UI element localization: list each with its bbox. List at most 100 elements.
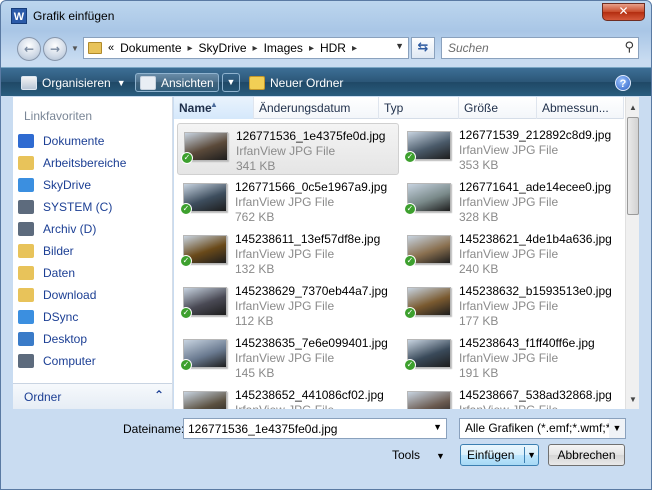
file-item[interactable]: ✓ 145238635_7e6e099401.jpg IrfanView JPG F… xyxy=(177,331,399,383)
scrollbar-thumb[interactable] xyxy=(627,117,639,215)
breadcrumb-images[interactable]: Images xyxy=(264,41,303,55)
sidebar-item[interactable]: Bilder xyxy=(18,240,168,262)
file-type: IrfanView JPG File xyxy=(459,299,559,313)
drive-icon xyxy=(18,200,34,214)
image-thumbnail xyxy=(407,391,451,409)
file-list: ▲ Name Änderungsdatum Typ Größe Abmessun… xyxy=(174,97,639,409)
image-thumbnail xyxy=(183,391,227,409)
window-title: Grafik einfügen xyxy=(33,9,115,23)
folder-icon xyxy=(18,288,34,302)
column-header-date[interactable]: Änderungsdatum xyxy=(254,97,379,119)
breadcrumb-separator-icon[interactable]: ▸ xyxy=(188,43,193,54)
insert-label: Einfügen xyxy=(467,448,515,462)
file-item[interactable]: ✓ 145238632_b1593513e0.jpg IrfanView JPG F… xyxy=(401,279,623,331)
new-folder-button[interactable]: Neuer Ordner xyxy=(249,73,343,92)
insert-button[interactable]: Einfügen ▼ xyxy=(460,444,539,466)
sidebar-item[interactable]: Daten xyxy=(18,262,168,284)
sidebar-item-label: Desktop xyxy=(43,332,88,346)
file-type-filter[interactable]: Alle Grafiken (*.emf;*.wmf;*.jpg ▼ xyxy=(459,418,626,439)
synced-check-icon: ✓ xyxy=(180,203,192,215)
forward-button[interactable]: → xyxy=(43,37,67,61)
views-icon xyxy=(140,75,156,90)
file-type: IrfanView JPG File xyxy=(236,144,336,158)
column-header-size[interactable]: Größe xyxy=(459,97,537,119)
file-name: 126771539_212892c8d9.jpg xyxy=(459,128,612,142)
file-name: 145238632_b1593513e0.jpg xyxy=(459,284,612,298)
views-dropdown-icon[interactable]: ▼ xyxy=(222,73,240,92)
views-button[interactable]: Ansichten xyxy=(135,73,219,92)
sidebar-item[interactable]: Download xyxy=(18,284,168,306)
breadcrumb-separator-icon[interactable]: ▸ xyxy=(352,43,357,54)
file-type-filter-value: Alle Grafiken (*.emf;*.wmf;*.jpg xyxy=(465,421,626,435)
file-type: IrfanView JPG File xyxy=(459,351,559,365)
synced-check-icon: ✓ xyxy=(404,307,416,319)
breadcrumb-skydrive[interactable]: SkyDrive xyxy=(199,41,247,55)
organize-button[interactable]: Organisieren ▼ xyxy=(21,73,126,92)
file-item[interactable]: ✓ 126771566_0c5e1967a9.jpg IrfanView JPG F… xyxy=(177,175,399,227)
file-item[interactable]: ✓ 145238629_7370eb44a7.jpg IrfanView JPG F… xyxy=(177,279,399,331)
synced-check-icon: ✓ xyxy=(180,255,192,267)
breadcrumb-separator-icon[interactable]: ▸ xyxy=(253,43,258,54)
search-box[interactable]: ⚲ xyxy=(441,37,639,59)
insert-options-dropdown-icon[interactable]: ▼ xyxy=(527,445,536,465)
insert-picture-dialog: W Grafik einfügen ✕ ← → ▼ « Dokumente ▸ … xyxy=(0,0,652,490)
file-item[interactable]: ✓ 145238621_4de1b4a636.jpg IrfanView JPG F… xyxy=(401,227,623,279)
file-item[interactable]: ✓ 145238643_f1ff40ff6e.jpg IrfanView JPG F… xyxy=(401,331,623,383)
sidebar-item[interactable]: Arbeitsbereiche xyxy=(18,152,168,174)
sidebar-item-label: Computer xyxy=(43,354,96,368)
column-header-dimensions[interactable]: Abmessun... xyxy=(537,97,624,119)
vertical-scrollbar[interactable]: ▲ ▼ xyxy=(625,97,639,409)
column-header-type[interactable]: Typ xyxy=(379,97,459,119)
filter-dropdown-icon[interactable]: ▼ xyxy=(609,419,625,438)
refresh-button[interactable]: ⇆ xyxy=(411,37,435,59)
file-type: IrfanView JPG File xyxy=(235,351,335,365)
back-button[interactable]: ← xyxy=(17,37,41,61)
address-dropdown-icon[interactable]: ▼ xyxy=(395,41,404,51)
column-header-name[interactable]: ▲ Name xyxy=(174,97,254,119)
file-size: 177 KB xyxy=(459,314,499,328)
file-size: 191 KB xyxy=(459,366,499,380)
file-type: IrfanView JPG File xyxy=(235,195,335,209)
folders-toggle[interactable]: Ordner ⌃ xyxy=(13,383,172,409)
file-item[interactable]: ✓ 126771539_212892c8d9.jpg IrfanView JPG F… xyxy=(401,123,623,175)
search-input[interactable] xyxy=(442,38,612,58)
synced-check-icon: ✓ xyxy=(180,307,192,319)
sidebar-item[interactable]: Desktop xyxy=(18,328,168,350)
filename-combobox[interactable]: ▼ xyxy=(183,418,447,439)
sidebar-item[interactable]: Dokumente xyxy=(18,130,168,152)
command-toolbar: Organisieren ▼ Ansichten ▼ Neuer Ordner … xyxy=(1,67,651,96)
file-size: 145 KB xyxy=(235,366,275,380)
file-item[interactable]: ✓145238652_441086cf02.jpgIrfanView JPG F… xyxy=(177,383,399,409)
scroll-down-icon[interactable]: ▼ xyxy=(627,393,639,407)
breadcrumb-overflow[interactable]: « xyxy=(108,42,114,54)
folder-icon xyxy=(18,156,34,170)
synced-check-icon: ✓ xyxy=(404,359,416,371)
chevron-down-icon: ▼ xyxy=(436,451,445,461)
file-size: 112 KB xyxy=(235,314,274,328)
breadcrumb-dokumente[interactable]: Dokumente xyxy=(120,41,181,55)
address-bar[interactable]: « Dokumente ▸ SkyDrive ▸ Images ▸ HDR ▸ … xyxy=(83,37,409,59)
breadcrumb-separator-icon[interactable]: ▸ xyxy=(309,43,314,54)
help-icon[interactable]: ? xyxy=(615,75,631,91)
sidebar-item[interactable]: SYSTEM (C) xyxy=(18,196,168,218)
scroll-up-icon[interactable]: ▲ xyxy=(627,101,639,115)
file-item[interactable]: ✓ 126771536_1e4375fe0d.jpg IrfanView JPG F… xyxy=(177,123,399,175)
new-folder-icon xyxy=(249,75,265,90)
breadcrumb-hdr[interactable]: HDR xyxy=(320,41,346,55)
tools-menu[interactable]: Tools ▼ xyxy=(392,448,445,462)
search-icon[interactable]: ⚲ xyxy=(624,40,634,55)
sidebar-item[interactable]: Computer xyxy=(18,350,168,372)
recent-pages-dropdown-icon[interactable]: ▼ xyxy=(71,44,79,53)
filename-dropdown-icon[interactable]: ▼ xyxy=(433,422,442,432)
file-type: IrfanView JPG File xyxy=(235,403,334,409)
file-item[interactable]: ✓ 145238611_13ef57df8e.jpg IrfanView JPG F… xyxy=(177,227,399,279)
file-item[interactable]: ✓ 126771641_ade14ecee0.jpg IrfanView JPG F… xyxy=(401,175,623,227)
sidebar-item[interactable]: DSync xyxy=(18,306,168,328)
sidebar-item[interactable]: SkyDrive xyxy=(18,174,168,196)
close-button[interactable]: ✕ xyxy=(602,3,645,21)
file-item[interactable]: ✓145238667_538ad32868.jpgIrfanView JPG F… xyxy=(401,383,623,409)
cancel-button[interactable]: Abbrechen xyxy=(548,444,625,466)
sidebar-item[interactable]: Archiv (D) xyxy=(18,218,168,240)
filename-input[interactable] xyxy=(184,419,424,438)
favorites-heading: Linkfavoriten xyxy=(24,109,93,123)
